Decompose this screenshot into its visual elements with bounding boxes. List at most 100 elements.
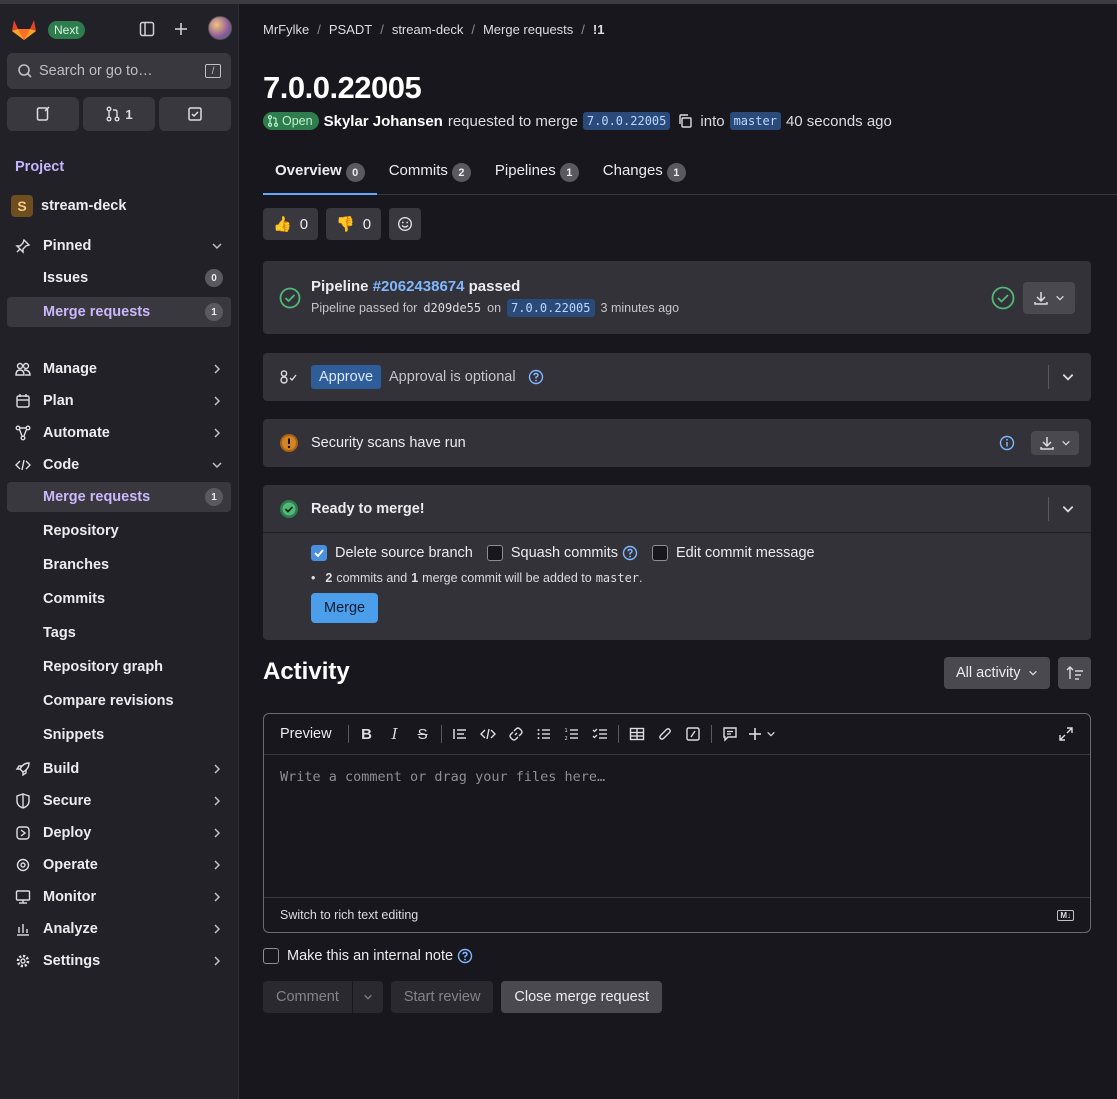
attachment-icon[interactable] <box>651 720 679 748</box>
into-text: into <box>700 112 725 130</box>
tab-label: Overview <box>275 162 342 179</box>
plus-icon[interactable] <box>170 18 192 40</box>
avatar[interactable] <box>208 16 232 40</box>
help-icon[interactable] <box>457 948 473 964</box>
sidebar-item-branches[interactable]: Branches <box>7 550 231 580</box>
more-options-icon[interactable] <box>744 720 780 748</box>
comment-textarea[interactable]: Write a comment or drag your files here… <box>264 755 1090 898</box>
switch-rich-text-link[interactable]: Switch to rich text editing <box>280 908 418 922</box>
numbered-list-icon[interactable]: 12 <box>558 720 586 748</box>
copy-icon[interactable] <box>677 113 693 129</box>
gitlab-logo-icon[interactable] <box>10 17 38 41</box>
table-icon[interactable] <box>623 720 651 748</box>
thumbs-up-button[interactable]: 👍 0 <box>263 208 319 240</box>
sidebar-item-secure[interactable]: Secure <box>7 786 231 816</box>
italic-icon[interactable]: I <box>381 720 409 748</box>
status-success-icon[interactable] <box>279 287 301 309</box>
sidebar-item-code[interactable]: Code <box>7 450 231 480</box>
author-link[interactable]: Skylar Johansen <box>324 113 443 130</box>
sort-button[interactable] <box>1058 657 1091 689</box>
sidebar-item-plan[interactable]: Plan <box>7 386 231 416</box>
tab-pipelines[interactable]: Pipelines 1 <box>483 154 591 195</box>
comment-button[interactable]: Comment <box>263 981 352 1013</box>
sidebar-item-snippets[interactable]: Snippets <box>7 720 231 750</box>
bullet-list-icon[interactable] <box>530 720 558 748</box>
next-badge[interactable]: Next <box>48 21 85 39</box>
sidebar-item-manage[interactable]: Manage <box>7 354 231 384</box>
sidebar-item-pinned-merge-requests[interactable]: Merge requests 1 <box>7 297 231 327</box>
breadcrumb-item[interactable]: MrFylke <box>263 22 309 37</box>
reactions: 👍 0 👎 0 <box>263 208 422 240</box>
issues-quick-button[interactable] <box>7 97 79 131</box>
sidebar-item-repository-graph[interactable]: Repository graph <box>7 652 231 682</box>
breadcrumb-item[interactable]: stream-deck <box>392 22 464 37</box>
activity-filter-dropdown[interactable]: All activity <box>944 657 1051 689</box>
delete-source-checkbox[interactable] <box>311 545 327 561</box>
sidebar-item-label: Automate <box>43 425 110 441</box>
target-branch[interactable]: master <box>729 112 781 130</box>
help-icon[interactable] <box>528 369 544 385</box>
sidebar-item-deploy[interactable]: Deploy <box>7 818 231 848</box>
sidebar-item-operate[interactable]: Operate <box>7 850 231 880</box>
markdown-icon[interactable]: M↓ <box>1057 909 1074 921</box>
sidebar-item-code-merge-requests[interactable]: Merge requests 1 <box>7 482 231 512</box>
strikethrough-icon[interactable]: S <box>409 720 437 748</box>
comment-dropdown-button[interactable] <box>351 981 383 1013</box>
tab-commits[interactable]: Commits 2 <box>377 154 483 195</box>
todo-quick-button[interactable] <box>159 97 231 131</box>
breadcrumb-item[interactable]: !1 <box>593 22 605 37</box>
bold-icon[interactable]: B <box>353 720 381 748</box>
source-branch[interactable]: 7.0.0.22005 <box>582 112 671 130</box>
preview-tab[interactable]: Preview <box>280 726 332 742</box>
expand-chevron-icon[interactable] <box>1061 370 1075 384</box>
approve-button[interactable]: Approve <box>311 365 382 389</box>
pipeline-widget: Pipeline #2062438674 passed Pipeline pas… <box>263 261 1091 334</box>
squash-checkbox[interactable] <box>486 545 503 561</box>
internal-note-checkbox[interactable] <box>263 948 279 964</box>
breadcrumb-item[interactable]: PSADT <box>329 22 372 37</box>
sidebar-item-analyze[interactable]: Analyze <box>7 914 231 944</box>
sidebar-pinned[interactable]: Pinned <box>7 231 231 261</box>
security-download-button[interactable] <box>1031 431 1079 455</box>
help-icon[interactable] <box>622 545 638 561</box>
pipeline-branch[interactable]: 7.0.0.22005 <box>507 299 595 317</box>
add-reaction-button[interactable] <box>389 208 422 240</box>
chevron-right-icon <box>211 363 223 375</box>
merge-button[interactable]: Merge <box>311 593 379 623</box>
commit-sha[interactable]: d209de55 <box>423 301 481 315</box>
sidebar-item-issues[interactable]: Issues 0 <box>7 263 231 293</box>
sidebar-item-settings[interactable]: Settings <box>7 946 231 976</box>
sidebar-item-monitor[interactable]: Monitor <box>7 882 231 912</box>
close-merge-request-button[interactable]: Close merge request <box>501 981 663 1013</box>
thumbs-down-button[interactable]: 👎 0 <box>326 208 382 240</box>
breadcrumb-item[interactable]: Merge requests <box>483 22 573 37</box>
sidebar-item-automate[interactable]: Automate <box>7 418 231 448</box>
start-review-button[interactable]: Start review <box>390 981 494 1013</box>
artifacts-download-button[interactable] <box>1023 281 1075 314</box>
sidebar-project[interactable]: S stream-deck <box>7 191 231 221</box>
merge-info-text: commits and <box>336 571 408 585</box>
sidebar-item-label: Merge requests <box>43 304 151 320</box>
tab-changes[interactable]: Changes 1 <box>591 154 698 195</box>
quote-icon[interactable] <box>446 720 474 748</box>
sidebar-item-repository[interactable]: Repository <box>7 516 231 546</box>
edit-message-checkbox[interactable] <box>652 545 669 561</box>
search-input[interactable]: Search or go to… / <box>7 53 231 89</box>
pipeline-link[interactable]: #2062438674 <box>373 278 465 295</box>
sidebar-item-build[interactable]: Build <box>7 754 231 784</box>
link-icon[interactable] <box>502 720 530 748</box>
sidebar-item-compare-revisions[interactable]: Compare revisions <box>7 686 231 716</box>
sidebar-item-commits[interactable]: Commits <box>7 584 231 614</box>
sidebar-toggle-icon[interactable] <box>136 18 158 40</box>
comment-template-icon[interactable] <box>716 720 744 748</box>
code-icon[interactable] <box>474 720 502 748</box>
tab-overview[interactable]: Overview 0 <box>263 154 377 195</box>
sidebar-item-tags[interactable]: Tags <box>7 618 231 648</box>
merge-requests-quick-button[interactable]: 1 <box>83 97 155 131</box>
fullscreen-icon[interactable] <box>1052 720 1080 748</box>
slash-command-icon[interactable] <box>679 720 707 748</box>
expand-chevron-icon[interactable] <box>1061 502 1075 516</box>
status-success-icon[interactable] <box>991 286 1015 310</box>
info-icon[interactable] <box>999 435 1015 451</box>
task-list-icon[interactable] <box>586 720 614 748</box>
